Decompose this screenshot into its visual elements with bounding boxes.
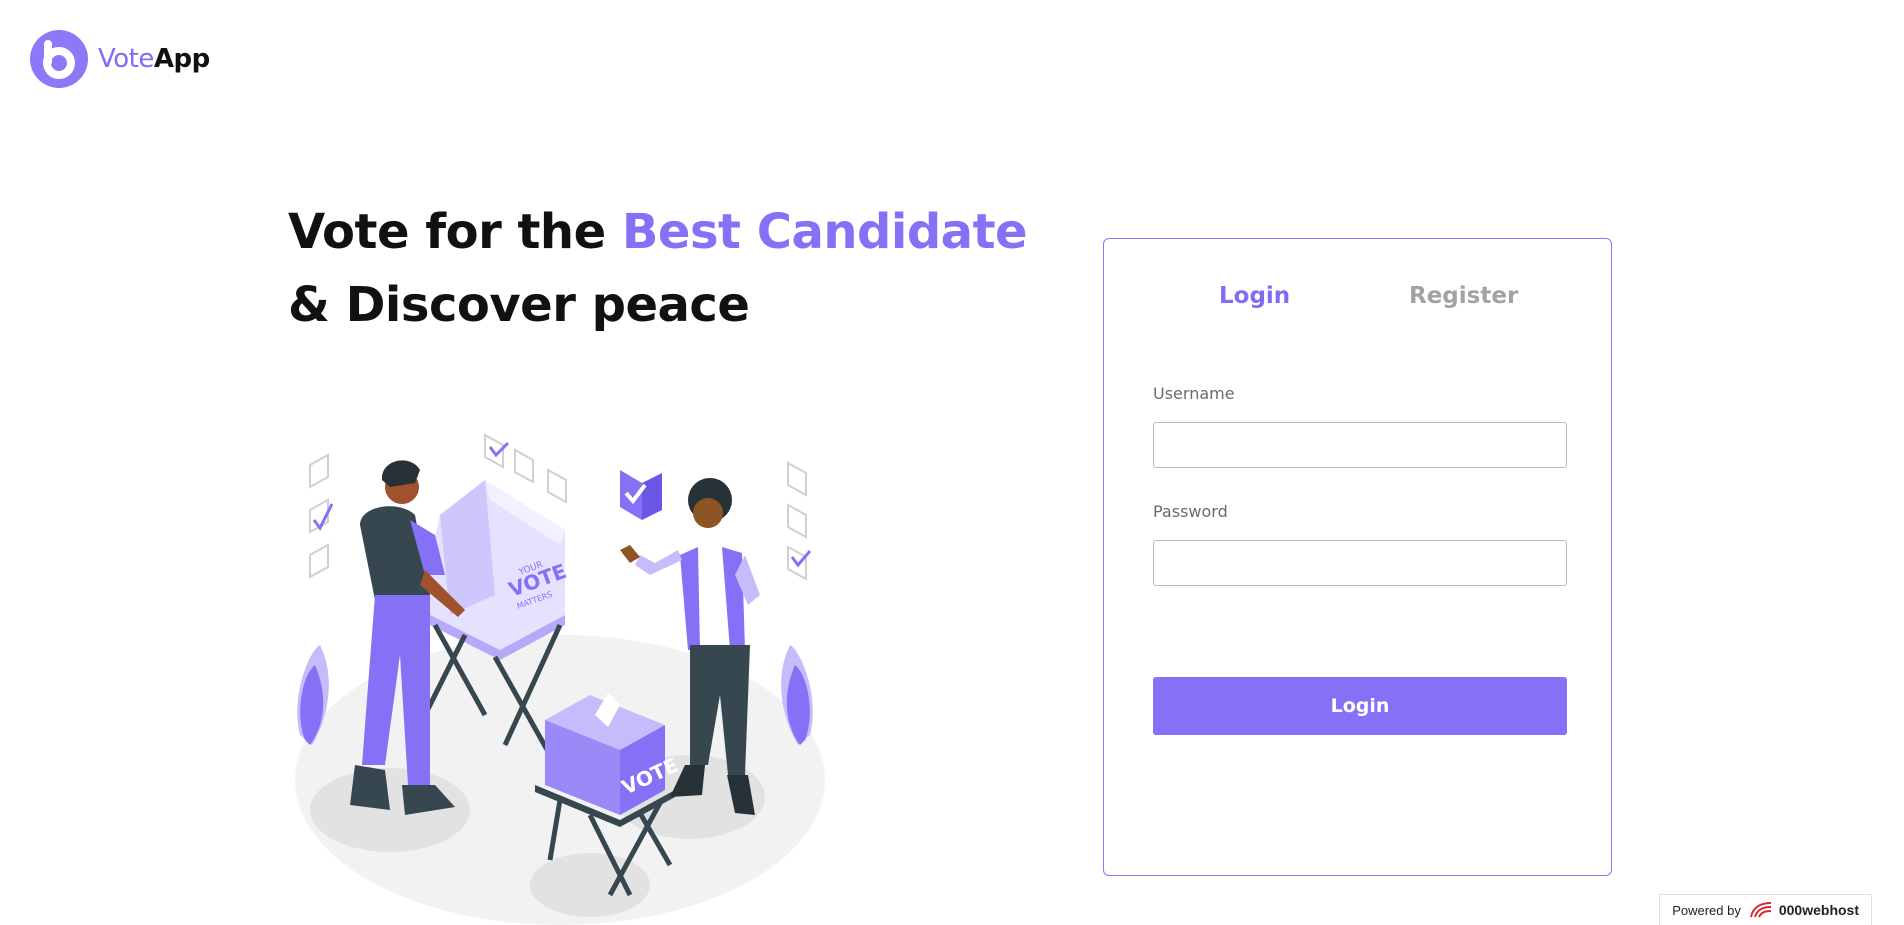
shadow-box [530, 853, 650, 917]
powered-by-brand: 000webhost [1778, 902, 1859, 918]
voteapp-logo-icon [30, 30, 88, 88]
username-label: Username [1153, 384, 1235, 403]
password-input[interactable] [1153, 540, 1567, 586]
check-mark-icon [312, 503, 334, 531]
hero-line1-prefix: Vote for the [288, 204, 622, 260]
logo-text: VoteApp [98, 44, 210, 74]
000webhost-icon [1749, 902, 1771, 918]
powered-by-text: Powered by [1672, 902, 1741, 918]
hero-title: Vote for the Best Candidate & Discover p… [288, 196, 1028, 342]
tab-login[interactable]: Login [1219, 283, 1290, 309]
username-input[interactable] [1153, 422, 1567, 468]
app-logo[interactable]: VoteApp [30, 30, 210, 88]
check-badge-icon [620, 470, 662, 520]
check-mark-icon [488, 441, 510, 458]
hero-heading: Vote for the Best Candidate & Discover p… [288, 196, 1028, 342]
powered-by-badge[interactable]: Powered by 000webhost [1659, 894, 1872, 925]
auth-card: Login Register Username Password Login [1103, 238, 1612, 876]
hero-line1-accent: Best Candidate [621, 204, 1028, 260]
auth-tabs: Login Register [1104, 283, 1611, 323]
tab-register[interactable]: Register [1409, 283, 1518, 309]
password-label: Password [1153, 502, 1228, 521]
logo-text-app: App [153, 44, 210, 74]
voting-illustration: YOUR VOTE MATTERS VOTE [295, 433, 825, 925]
login-button[interactable]: Login [1153, 677, 1567, 735]
hero-line2: & Discover peace [288, 277, 750, 333]
logo-text-vote: Vote [98, 44, 154, 74]
